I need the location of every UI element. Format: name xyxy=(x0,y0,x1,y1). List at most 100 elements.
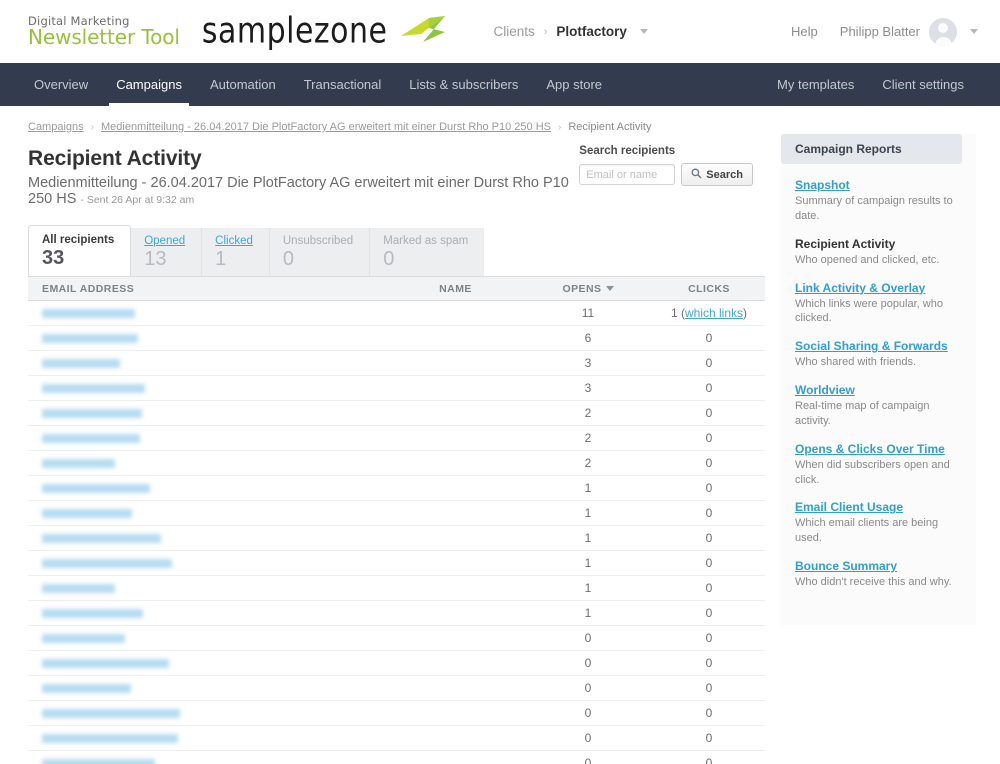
campaign-report-item[interactable]: Bounce Summary Who didn't receive this an… xyxy=(781,559,976,590)
campaign-report-link[interactable]: Opens & Clicks Over Time xyxy=(795,442,945,456)
campaign-report-item[interactable]: Snapshot Summary of campaign results to d… xyxy=(781,178,976,224)
breadcrumb-campaign-name[interactable]: Medienmitteilung - 26.04.2017 Die PlotFa… xyxy=(101,121,551,133)
table-row[interactable]: 10 xyxy=(28,500,765,526)
campaign-report-item[interactable]: Email Client Usage Which email clients ar… xyxy=(781,500,976,546)
tab-opened[interactable]: Opened 13 xyxy=(131,228,203,276)
recipient-name-cell xyxy=(388,575,523,601)
campaign-report-item[interactable]: Opens & Clicks Over Time When did subscri… xyxy=(781,442,976,488)
nav-item-transactional[interactable]: Transactional xyxy=(290,63,396,106)
nav-item-overview[interactable]: Overview xyxy=(20,63,102,106)
tab-all-recipients[interactable]: All recipients 33 xyxy=(28,225,132,276)
table-row[interactable]: 00 xyxy=(28,625,765,651)
campaign-report-item[interactable]: Recipient Activity Who opened and clicked… xyxy=(781,237,976,268)
table-row[interactable]: 10 xyxy=(28,525,765,551)
recipient-opens-cell: 0 xyxy=(523,650,653,676)
campaign-report-title[interactable]: Social Sharing & Forwards xyxy=(795,339,962,353)
campaign-report-link[interactable]: Link Activity & Overlay xyxy=(795,281,925,295)
campaign-report-link[interactable]: Snapshot xyxy=(795,178,850,192)
caret-down-icon[interactable] xyxy=(970,29,978,34)
recipient-email-cell[interactable] xyxy=(28,450,388,476)
campaign-report-item[interactable]: Link Activity & Overlay Which links were … xyxy=(781,281,976,327)
nav-item-client-settings[interactable]: Client settings xyxy=(868,63,978,106)
table-row[interactable]: 00 xyxy=(28,650,765,676)
campaign-report-title[interactable]: Worldview xyxy=(795,383,962,397)
recipient-email-cell[interactable] xyxy=(28,550,388,576)
nav-item-lists-subscribers[interactable]: Lists & subscribers xyxy=(395,63,532,106)
recipient-email-cell[interactable] xyxy=(28,300,388,326)
table-row[interactable]: 00 xyxy=(28,700,765,726)
recipient-email-cell[interactable] xyxy=(28,500,388,526)
redacted-email-icon xyxy=(42,534,161,544)
recipient-email-cell[interactable] xyxy=(28,600,388,626)
table-row[interactable]: 60 xyxy=(28,325,765,351)
logo[interactable]: samplezone xyxy=(202,11,448,52)
tab-clicked-link[interactable]: Clicked xyxy=(215,235,253,247)
tab-opened-link[interactable]: Opened xyxy=(144,235,185,247)
caret-down-icon[interactable] xyxy=(639,29,648,34)
user-menu[interactable]: Philipp Blatter xyxy=(839,17,978,46)
recipient-email-cell[interactable] xyxy=(28,625,388,651)
campaign-report-title[interactable]: Link Activity & Overlay xyxy=(795,281,962,295)
clients-link[interactable]: Clients xyxy=(493,24,534,39)
table-row[interactable]: 30 xyxy=(28,350,765,376)
breadcrumb-current: Recipient Activity xyxy=(568,121,652,133)
table-row[interactable]: 10 xyxy=(28,575,765,601)
nav-item-automation[interactable]: Automation xyxy=(196,63,290,106)
recipient-email-cell[interactable] xyxy=(28,400,388,426)
recipient-email-cell[interactable] xyxy=(28,650,388,676)
user-name: Philipp Blatter xyxy=(839,24,920,39)
campaign-report-item[interactable]: Social Sharing & Forwards Who shared with… xyxy=(781,339,976,370)
campaign-report-title[interactable]: Email Client Usage xyxy=(795,500,962,514)
recipient-email-cell[interactable] xyxy=(28,350,388,376)
campaign-report-link[interactable]: Social Sharing & Forwards xyxy=(795,339,948,353)
campaign-report-title[interactable]: Snapshot xyxy=(795,178,962,192)
recipient-email-cell[interactable] xyxy=(28,425,388,451)
recipient-clicks-cell: 0 xyxy=(653,675,765,701)
recipient-email-cell[interactable] xyxy=(28,675,388,701)
help-link[interactable]: Help xyxy=(791,24,818,39)
campaign-report-link[interactable]: Worldview xyxy=(795,383,855,397)
table-row[interactable]: 00 xyxy=(28,725,765,751)
table-row[interactable]: 30 xyxy=(28,375,765,401)
user-avatar-icon[interactable] xyxy=(929,17,957,46)
recipient-email-cell[interactable] xyxy=(28,750,388,764)
table-row[interactable]: 20 xyxy=(28,425,765,451)
table-row[interactable]: 10 xyxy=(28,475,765,501)
recipient-email-cell[interactable] xyxy=(28,525,388,551)
column-header-name[interactable]: NAME xyxy=(388,276,523,301)
table-row[interactable]: 00 xyxy=(28,750,765,764)
campaign-report-title[interactable]: Opens & Clicks Over Time xyxy=(795,442,962,456)
sent-info: - Sent 26 Apr at 9:32 am xyxy=(80,194,195,206)
campaign-report-link[interactable]: Email Client Usage xyxy=(795,500,903,514)
column-header-opens[interactable]: OPENS xyxy=(523,276,653,301)
column-header-email-address[interactable]: EMAIL ADDRESS xyxy=(28,276,388,301)
table-row[interactable]: 10 xyxy=(28,600,765,626)
table-row[interactable]: 10 xyxy=(28,550,765,576)
recipient-email-cell[interactable] xyxy=(28,575,388,601)
tab-clicked[interactable]: Clicked 1 xyxy=(202,228,270,276)
recipient-email-cell[interactable] xyxy=(28,725,388,751)
breadcrumb-campaigns[interactable]: Campaigns xyxy=(28,121,84,133)
campaign-report-item[interactable]: Worldview Real-time map of campaign activ… xyxy=(781,383,976,429)
which-links-link[interactable]: which links xyxy=(685,306,743,320)
table-row[interactable]: 11 1 (which links) xyxy=(28,300,765,326)
nav-item-my-templates[interactable]: My templates xyxy=(763,63,868,106)
recipient-email-cell[interactable] xyxy=(28,325,388,351)
table-row[interactable]: 20 xyxy=(28,450,765,476)
campaign-report-link[interactable]: Bounce Summary xyxy=(795,559,897,573)
search-button[interactable]: Search xyxy=(681,163,753,186)
recipient-email-cell[interactable] xyxy=(28,700,388,726)
nav-item-app-store[interactable]: App store xyxy=(532,63,616,106)
sort-descending-icon[interactable] xyxy=(605,285,614,291)
tab-opened-count: 13 xyxy=(144,248,167,270)
brand-area[interactable]: Digital Marketing Newsletter Tool sample… xyxy=(28,11,448,52)
recipient-email-cell[interactable] xyxy=(28,475,388,501)
search-input[interactable] xyxy=(579,164,676,185)
nav-item-campaigns[interactable]: Campaigns xyxy=(102,63,196,106)
current-client-name[interactable]: Plotfactory xyxy=(556,24,627,39)
campaign-report-title[interactable]: Bounce Summary xyxy=(795,559,962,573)
table-row[interactable]: 00 xyxy=(28,675,765,701)
table-row[interactable]: 20 xyxy=(28,400,765,426)
recipient-email-cell[interactable] xyxy=(28,375,388,401)
column-header-clicks[interactable]: CLICKS xyxy=(653,276,765,301)
